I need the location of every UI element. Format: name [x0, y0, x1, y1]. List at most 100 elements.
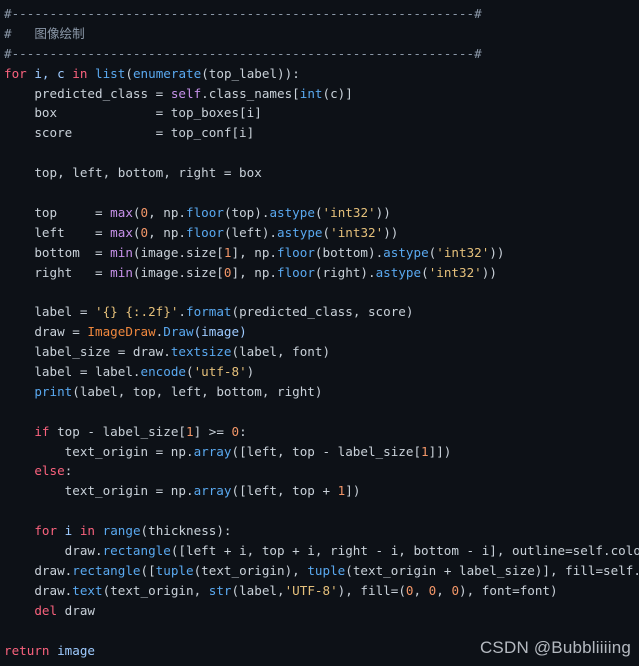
ident-image: image	[49, 642, 95, 658]
code-line-right: right = min(image.size[0], np.floor(righ…	[0, 263, 639, 283]
assign-predicted-class: predicted_class =	[34, 85, 171, 101]
comment-title-text: 图像绘制	[34, 25, 85, 41]
cond-op: ] >=	[193, 423, 232, 439]
assign-left: left =	[4, 224, 111, 240]
keyword-self: self	[170, 85, 202, 101]
args-open: (text_origin,	[102, 582, 209, 598]
code-line-predicted-class: predicted_class = self.class_names[int(c…	[0, 84, 639, 104]
module-np: ], np.	[231, 264, 278, 280]
paren-close: ))	[489, 244, 505, 260]
arg-c: (c)]	[322, 85, 353, 101]
code-line-print: print(label, top, left, bottom, right)	[0, 382, 639, 402]
string-utf8: 'utf-8'	[193, 364, 247, 380]
module-np: , np.	[148, 224, 187, 240]
builtin-enumerate: enumerate	[132, 65, 202, 81]
obj-draw: draw.	[4, 543, 103, 559]
builtin-tuple: tuple	[307, 562, 346, 578]
obj-draw: draw.	[4, 562, 73, 578]
ident-draw: draw	[57, 602, 96, 618]
comment-separator-top: #---------------------------------------…	[4, 6, 482, 21]
string-int32: 'int32'	[428, 264, 482, 280]
assign-score: score = top_conf[i]	[4, 125, 255, 141]
comment-spacer	[12, 26, 35, 41]
colon: :	[64, 463, 73, 479]
fn-draw: Draw	[163, 324, 194, 340]
fn-floor: floor	[186, 224, 224, 240]
code-line-box: box = top_boxes[i]	[0, 103, 639, 123]
builtin-str: str	[208, 582, 232, 598]
code-line-label-size: label_size = draw.textsize(label, font)	[0, 342, 639, 362]
comment-separator-bottom: #---------------------------------------…	[4, 45, 482, 61]
fn-textsize: textsize	[170, 344, 232, 360]
args-array-close: ])	[345, 483, 361, 499]
number-zero: 0	[231, 423, 240, 439]
assign-label-encode: label = label.	[4, 364, 141, 380]
comment-hash-icon: #	[4, 25, 12, 41]
assign-bottom: bottom =	[4, 244, 111, 260]
module-np: , np.	[148, 204, 187, 220]
paren-close: )):	[277, 65, 300, 81]
cond-expr: top - label_size[	[49, 423, 186, 439]
fn-rectangle: rectangle	[72, 562, 141, 578]
code-line-for-thickness: for i in range(thickness):	[0, 521, 639, 541]
comma: ,	[413, 582, 429, 598]
number-one: 1	[186, 423, 194, 439]
args-range: (thickness):	[140, 523, 232, 539]
code-line-bottom: bottom = min(image.size[1], np.floor(bot…	[0, 243, 639, 263]
code-line-top: top = max(0, np.floor(top).astype('int32…	[0, 203, 639, 223]
assign-text-origin: text_origin = np.	[4, 443, 194, 459]
keyword-del: del	[34, 602, 58, 618]
paren: (	[132, 204, 141, 220]
obj-draw: draw.	[4, 582, 73, 598]
comma: ,	[436, 582, 452, 598]
number-one: 1	[421, 443, 429, 459]
args-fill: ), fill=(	[337, 582, 406, 598]
paren: (	[185, 364, 194, 380]
keyword-for: for	[4, 65, 27, 81]
code-line-comment-rule-bottom: #---------------------------------------…	[0, 44, 639, 64]
fn-astype: astype	[269, 204, 315, 220]
class-imagedraw: ImageDraw	[87, 324, 156, 340]
builtin-list: list	[95, 65, 126, 81]
arg-right: (right).	[314, 264, 376, 280]
number-zero: 0	[140, 224, 149, 240]
fn-floor: floor	[277, 264, 315, 280]
ident-top-label: top_label	[208, 65, 278, 81]
number-zero: 0	[405, 582, 414, 598]
args-font: ), font=font)	[459, 582, 558, 598]
code-line-for-enumerate: for i, c in list(enumerate(top_label)):	[0, 64, 639, 84]
builtin-range: range	[102, 523, 141, 539]
args-image: (image)	[193, 324, 247, 340]
arg-left: (left).	[223, 224, 278, 240]
paren: (	[125, 65, 133, 81]
builtin-max: max	[110, 224, 133, 240]
loop-var-i: i	[57, 523, 80, 539]
code-editor[interactable]: #---------------------------------------…	[0, 0, 639, 666]
number-zero: 0	[140, 204, 149, 220]
code-line-draw-init: draw = ImageDraw.Draw(image)	[0, 322, 639, 342]
string-int32: 'int32'	[436, 244, 490, 260]
arg-top: (top).	[223, 204, 270, 220]
number-zero: 0	[223, 264, 232, 280]
string-utf8-upper: 'UTF-8'	[284, 582, 338, 598]
args-mid: (text_origin),	[193, 562, 308, 578]
args-array: ([left, top - label_size[	[231, 443, 422, 459]
paren-close: )	[246, 364, 255, 380]
code-line-text-origin-if: text_origin = np.array([left, top - labe…	[0, 442, 639, 462]
code-line-draw-text: draw.text(text_origin, str(label,'UTF-8'…	[0, 581, 639, 601]
builtin-print: print	[34, 383, 73, 399]
assign-top: top =	[4, 204, 111, 220]
unpack-box: top, left, bottom, right = box	[4, 165, 262, 181]
builtin-max: max	[110, 204, 133, 220]
paren: (	[421, 264, 429, 280]
code-line-else: else:	[0, 461, 639, 481]
assign-text-origin: text_origin = np.	[4, 483, 194, 499]
paren-close: ))	[481, 264, 497, 280]
args-array: ([left, top +	[231, 483, 338, 499]
fn-rectangle: rectangle	[102, 543, 171, 559]
